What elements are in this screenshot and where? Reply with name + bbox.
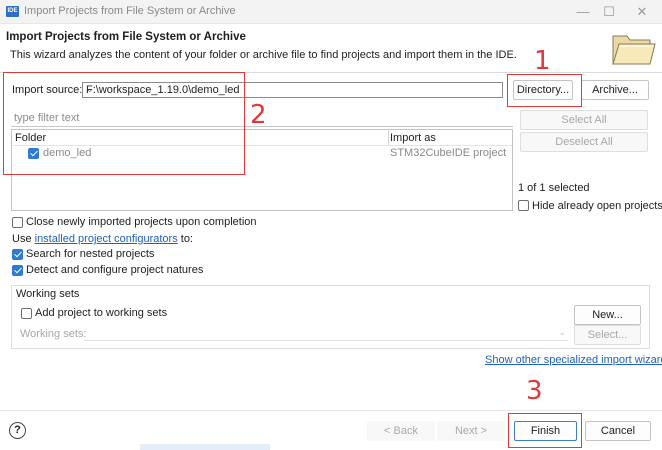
project-import-as: STM32CubeIDE project [390,147,507,159]
close-imported-label: Close newly imported projects upon compl… [26,216,257,228]
annotation-box-1 [507,74,582,107]
cancel-button[interactable]: Cancel [585,421,651,441]
folder-icon [612,35,656,65]
use-prefix: Use [12,233,32,245]
close-imported-checkbox[interactable] [12,217,23,228]
annotation-box-2 [3,72,245,175]
column-divider[interactable] [388,130,389,145]
annotation-number-1: 1 [534,46,551,76]
archive-button[interactable]: Archive... [581,80,649,100]
deselect-all-button[interactable]: Deselect All [520,132,648,152]
close-button[interactable]: ✕ [622,0,662,24]
show-import-wizards-link[interactable]: Show other specialized import wizards [485,354,662,366]
add-to-working-sets-label: Add project to working sets [35,307,168,319]
detect-configure-label: Detect and configure project natures [26,264,204,276]
installed-configurators-link[interactable]: installed project configurators [35,233,178,245]
wizard-title: Import Projects from File System or Arch… [6,31,246,43]
select-working-set-button[interactable]: Select... [574,325,641,345]
select-all-button[interactable]: Select All [520,110,648,130]
hide-open-checkbox[interactable] [518,200,529,211]
column-header-import-as[interactable]: Import as [390,131,436,145]
new-working-set-button[interactable]: New... [574,305,641,325]
working-sets-combo[interactable]: ⌄ [84,327,568,341]
footer-separator [0,410,662,411]
search-nested-checkbox[interactable] [12,249,23,260]
help-icon[interactable]: ? [9,422,26,439]
hide-open-label: Hide already open projects [532,200,662,212]
app-icon: IDE [6,6,19,17]
annotation-number-3: 3 [526,376,543,406]
working-sets-label: Working sets: [20,328,87,340]
window-title: Import Projects from File System or Arch… [24,5,236,17]
search-nested-label: Search for nested projects [26,248,155,260]
use-suffix: to: [180,233,193,245]
window-underlay [140,444,270,450]
selection-status: 1 of 1 selected [518,182,590,194]
title-bar: IDE Import Projects from File System or … [0,0,662,24]
next-button[interactable]: Next > [437,421,505,441]
annotation-number-2: 2 [250,100,267,130]
back-button[interactable]: < Back [367,421,435,441]
wizard-header: Import Projects from File System or Arch… [0,24,662,73]
wizard-description: This wizard analyzes the content of your… [10,49,517,61]
configurators-line: Use installed project configurators to: [12,233,193,245]
annotation-box-3 [508,413,582,448]
chevron-down-icon[interactable]: ⌄ [558,327,566,338]
add-to-working-sets-checkbox[interactable] [21,308,32,319]
working-sets-title: Working sets [16,288,80,300]
detect-configure-checkbox[interactable] [12,265,23,276]
